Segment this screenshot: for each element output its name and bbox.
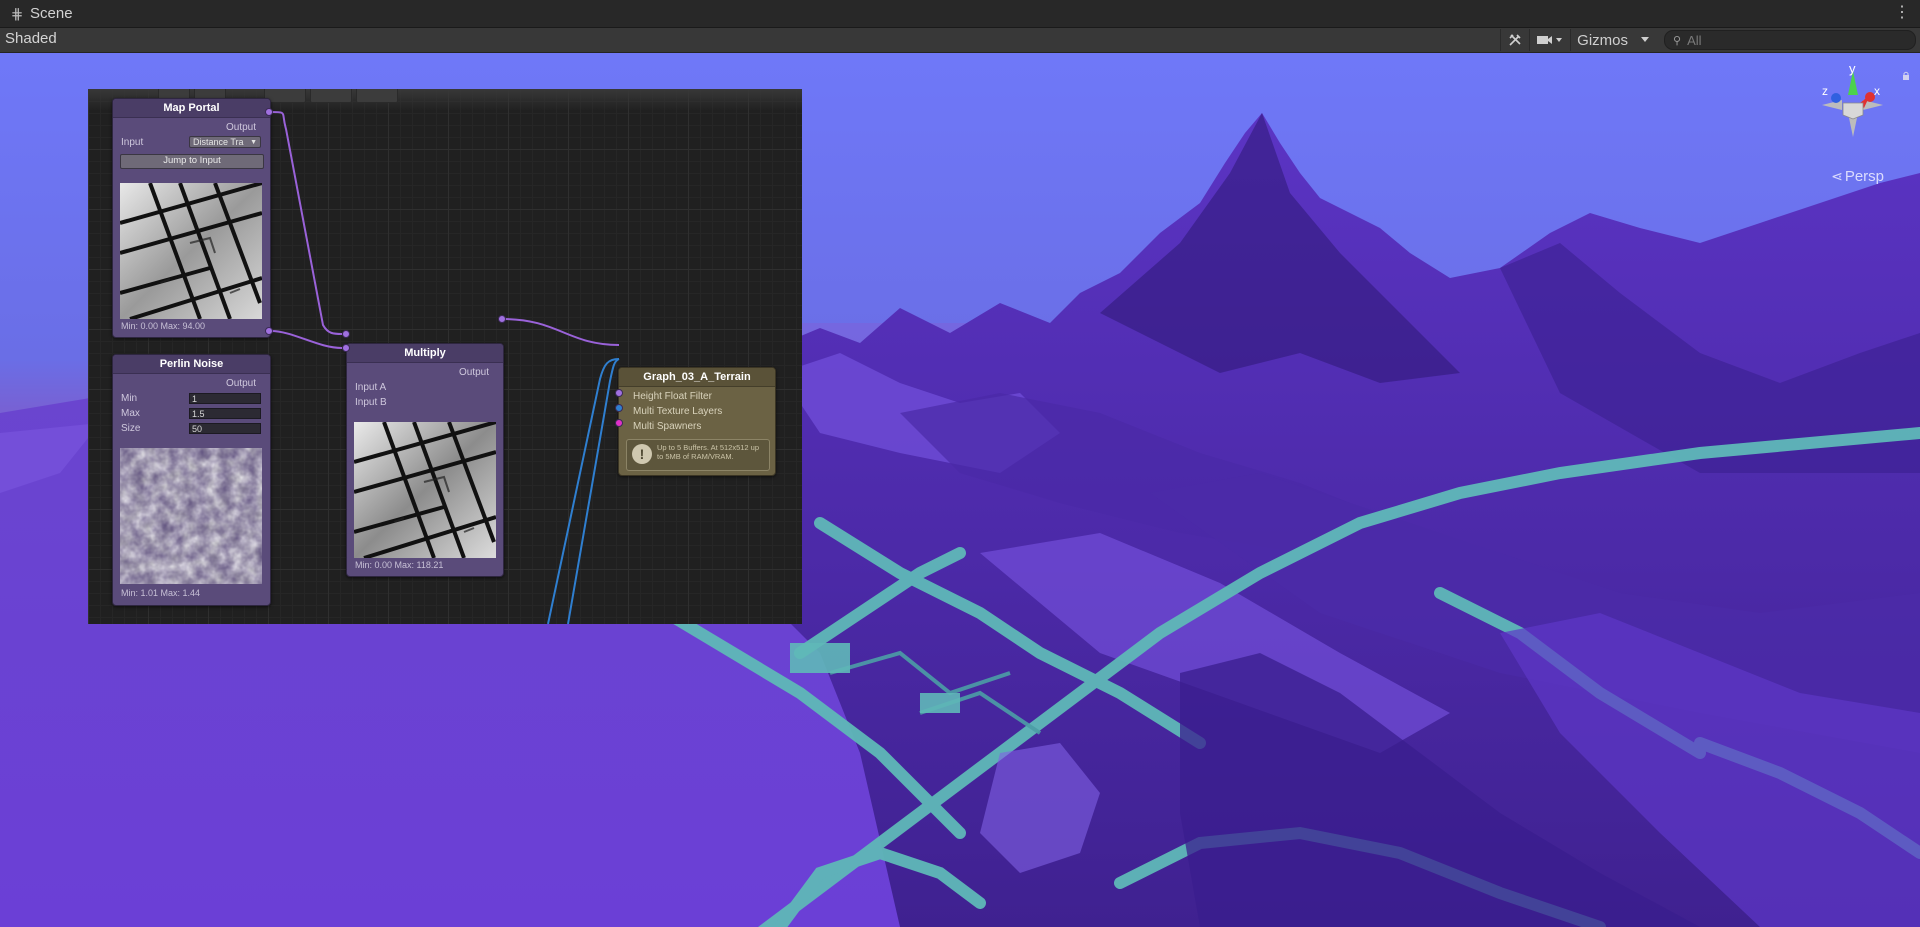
window-title[interactable]: Scene — [30, 5, 73, 22]
shading-mode-dropdown[interactable]: Shaded — [5, 30, 57, 47]
lock-icon[interactable] — [1902, 71, 1910, 81]
input-label: Input — [121, 137, 144, 148]
scene-tab-header: ⋕ Scene ⋮ — [0, 0, 1920, 28]
search-placeholder: All — [1687, 32, 1702, 48]
y-axis-label: y — [1849, 65, 1856, 76]
preview-image — [120, 448, 262, 584]
grid-icon: ⋕ — [10, 5, 24, 23]
value-range: Min: 0.00 Max: 94.00 — [121, 321, 206, 331]
input-a-label: Input A — [355, 382, 387, 393]
gizmos-label: Gizmos — [1577, 31, 1628, 49]
toolbar-right-group: Gizmos ⚲ All — [1500, 28, 1920, 52]
input-b-port[interactable] — [342, 344, 350, 352]
warning-text: Up to 5 Buffers. At 512x512 up to 5MB of… — [657, 443, 760, 461]
dropdown-value: Distance Tra — [193, 137, 244, 147]
preview-image — [120, 183, 262, 319]
size-field[interactable]: 50 — [189, 423, 261, 434]
search-input[interactable]: ⚲ All — [1664, 30, 1916, 50]
map-portal-node[interactable]: Map Portal Output Input Distance Tra ▼ J… — [112, 98, 271, 338]
multiply-node[interactable]: Multiply Output Input A Input B Min: 0.0… — [346, 343, 504, 577]
connection-wire[interactable] — [547, 358, 620, 624]
more-options-icon[interactable]: ⋮ — [1894, 5, 1910, 21]
scene-viewport[interactable]: y x z ⋖ Persp Map Portal Output Input Di… — [0, 53, 1920, 927]
orientation-gizmo[interactable]: y x z — [1808, 65, 1898, 165]
input-source-dropdown[interactable]: Distance Tra ▼ — [189, 136, 261, 148]
texture-input-label: Multi Texture Layers — [633, 406, 723, 417]
scene-toolbar: Shaded Gizmos ⚲ All — [0, 28, 1920, 53]
perlin-noise-node[interactable]: Perlin Noise Output Min 1 Max 1.5 Size 5… — [112, 354, 271, 606]
jump-to-input-button[interactable]: Jump to Input — [120, 154, 264, 169]
input-a-port[interactable] — [342, 330, 350, 338]
camera-mode-toggle[interactable]: ⋖ Persp — [1831, 168, 1884, 185]
max-field[interactable]: 1.5 — [189, 408, 261, 419]
max-label: Max — [121, 408, 140, 419]
output-port-label: Output — [225, 122, 256, 133]
node-graph-panel[interactable]: Map Portal Output Input Distance Tra ▼ J… — [88, 89, 802, 624]
camera-icon — [1537, 36, 1563, 44]
warning-icon: ! — [632, 444, 652, 464]
x-axis-label: x — [1874, 84, 1880, 98]
height-input-label: Height Float Filter — [633, 391, 712, 402]
output-port[interactable] — [265, 108, 273, 116]
chevron-down-icon: ▼ — [250, 139, 257, 146]
node-title[interactable]: Map Portal — [113, 99, 270, 118]
input-b-label: Input B — [355, 397, 387, 408]
tools-button[interactable] — [1500, 29, 1529, 51]
value-range: Min: 1.01 Max: 1.44 — [121, 588, 201, 598]
scene-window: ⋕ Scene ⋮ Shaded Gizmos ⚲ All y x z ⋖ Pe… — [0, 0, 1920, 927]
terrain-output-node[interactable]: Graph_03_A_Terrain Height Float Filter M… — [618, 367, 776, 476]
z-axis-label: z — [1822, 84, 1828, 98]
height-input-port[interactable] — [615, 389, 623, 397]
texture-input-port[interactable] — [615, 404, 623, 412]
output-port[interactable] — [265, 327, 273, 335]
node-title[interactable]: Perlin Noise — [113, 355, 270, 374]
chevron-down-icon — [1641, 37, 1649, 42]
min-label: Min — [121, 393, 138, 404]
perspective-icon: ⋖ — [1831, 168, 1843, 184]
output-port-label: Output — [225, 378, 256, 389]
size-label: Size — [121, 423, 141, 434]
output-port[interactable] — [498, 315, 506, 323]
spawners-input-label: Multi Spawners — [633, 421, 702, 432]
output-port-label: Output — [458, 367, 489, 378]
camera-button[interactable] — [1529, 29, 1570, 51]
tools-icon — [1509, 34, 1521, 46]
connection-wire[interactable] — [502, 318, 620, 346]
gizmos-dropdown[interactable]: Gizmos — [1570, 29, 1658, 51]
min-field[interactable]: 1 — [189, 393, 261, 404]
search-icon: ⚲ — [1673, 34, 1682, 47]
camera-mode-label: Persp — [1844, 168, 1884, 185]
z-axis-cone[interactable] — [1831, 93, 1841, 103]
node-title[interactable]: Multiply — [347, 344, 503, 363]
connection-wire[interactable] — [270, 111, 343, 335]
value-range: Min: 0.00 Max: 118.21 — [355, 560, 444, 570]
spawners-input-port[interactable] — [615, 419, 623, 427]
preview-image — [354, 422, 496, 558]
buffer-warning: ! Up to 5 Buffers. At 512x512 up to 5MB … — [626, 439, 770, 471]
node-title[interactable]: Graph_03_A_Terrain — [619, 368, 775, 387]
